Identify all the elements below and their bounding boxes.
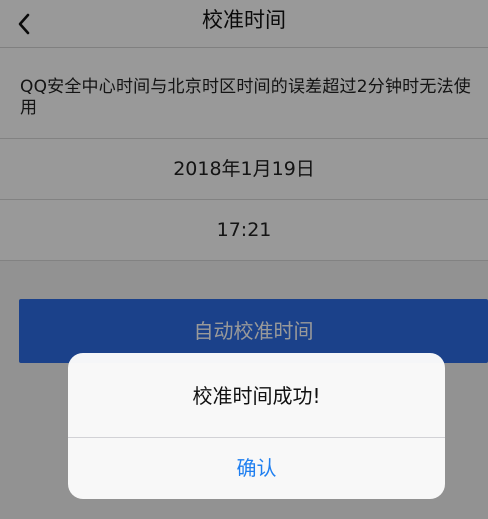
dialog-message: 校准时间成功! <box>192 384 321 408</box>
calibrate-time-screen: 校准时间 QQ安全中心时间与北京时区时间的误差超过2分钟时无法使用 2018年1… <box>0 0 488 519</box>
confirm-button[interactable]: 确认 <box>68 438 445 499</box>
success-dialog: 校准时间成功! 确认 <box>68 353 445 499</box>
